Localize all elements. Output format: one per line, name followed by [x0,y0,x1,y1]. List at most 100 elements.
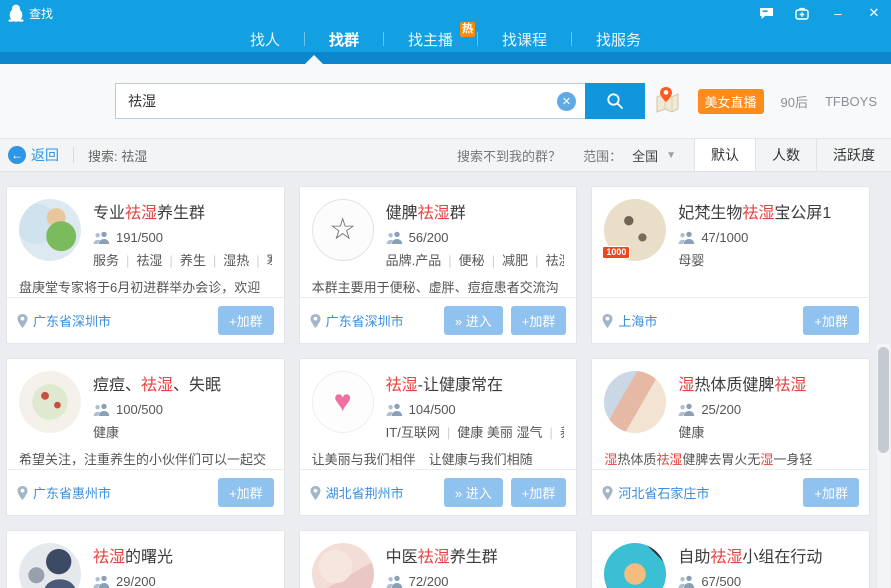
group-title[interactable]: 中医祛湿养生群 [386,543,498,567]
scrollbar-track[interactable] [877,344,890,588]
card-footer: 广东省惠州市 +加群 [7,469,284,515]
join-group-button[interactable]: +加群 [218,478,274,507]
close-icon[interactable]: ✕ [863,3,885,23]
join-group-button[interactable]: +加群 [511,478,567,507]
tab-find-groups[interactable]: 找群 [305,29,383,50]
join-group-button[interactable]: +加群 [218,306,274,335]
scrollbar-thumb[interactable] [878,347,889,453]
search-category-tabs: 找人 找群 找主播热 找课程 找服务 [0,26,891,52]
location-pin-icon [310,314,321,328]
hot-badge: 热 [460,22,475,37]
group-card: 专业祛湿养生群 191/500 服务|祛湿|养生|湿热|寒湿|... 盘庚堂专家… [6,186,285,344]
group-title[interactable]: 专业祛湿养生群 [93,199,272,223]
search-button[interactable] [585,83,645,119]
member-count: 47/1000 [678,230,831,245]
group-location[interactable]: 广东省深圳市 [310,311,404,330]
feedback-icon[interactable] [755,3,777,23]
nearby-map-icon[interactable] [653,85,681,117]
qq-penguin-logo [8,4,24,22]
tab-find-people[interactable]: 找人 [226,29,304,50]
window-titlebar[interactable]: 查找 – ✕ [0,0,891,26]
group-avatar-photo[interactable] [312,543,374,588]
divider [73,147,74,163]
members-icon [678,231,695,245]
group-location[interactable]: 湖北省荆州市 [310,483,404,502]
back-arrow-icon: ← [8,146,26,164]
group-card: 自助祛湿小组在行动 67/500 [591,530,870,588]
member-count: 29/200 [93,574,173,588]
join-group-button[interactable]: +加群 [511,306,567,335]
filter-bar: ← 返回 搜索: 祛湿 搜索不到我的群？ 范围： 全国 ▼ 默认 人数 活跃度 [0,138,891,172]
members-icon [386,231,403,245]
members-icon [386,575,403,588]
group-description: 本群主要用于便秘、虚胖、痘痘患者交流沟通群。不定期分享养生知识，欢迎各位朋友进群… [300,269,577,297]
enter-group-button[interactable]: » 进入 [444,478,503,507]
scope-value: 全国 [632,146,658,165]
avatar-glyph: ☆ [329,215,356,245]
group-description: 盘庚堂专家将于6月初进群举办会诊，欢迎大家届时积极交流。拒绝广告人士加入，加群有… [7,269,284,297]
search-section: ✕ 美女直播 90后 TFBOYS [0,64,891,138]
group-location[interactable]: 广东省惠州市 [17,483,111,502]
member-count: 67/500 [678,574,822,588]
nav-accent-strip [0,52,891,64]
members-icon [93,403,110,417]
group-tags: 品牌.产品|便秘|减肥|祛湿|健脾 [386,250,565,269]
tab-find-services[interactable]: 找服务 [572,29,665,50]
scope-dropdown[interactable]: 全国 ▼ [632,146,676,165]
group-location[interactable]: 上海市 [602,311,657,330]
group-tags: 母婴 [678,250,831,269]
group-title[interactable]: 祛湿的曙光 [93,543,173,567]
cant-find-group-link[interactable]: 搜索不到我的群？ [457,146,561,165]
members-icon [93,575,110,588]
group-title[interactable]: 妃梵生物祛湿宝公屏1 [678,199,831,223]
group-title[interactable]: 湿热体质健脾祛湿 [678,371,806,395]
location-pin-icon [17,314,28,328]
quick-link-90s[interactable]: 90后 [781,92,808,111]
search-input[interactable] [115,83,585,119]
group-title[interactable]: 自助祛湿小组在行动 [678,543,822,567]
search-query-label: 搜索: 祛湿 [88,146,147,165]
card-footer: 广东省深圳市 » 进入 +加群 [300,297,577,343]
sort-tab-activity[interactable]: 活跃度 [816,139,891,171]
avatar-capacity-badge: 1000 [602,246,630,259]
group-avatar-poster[interactable] [604,371,666,433]
group-avatar-food[interactable] [19,371,81,433]
group-avatar-seal[interactable]: 1000 [604,199,666,261]
join-group-button[interactable]: +加群 [803,306,859,335]
sort-tab-members[interactable]: 人数 [755,139,816,171]
members-icon [93,231,110,245]
group-location[interactable]: 广东省深圳市 [17,311,111,330]
tab-find-streamers[interactable]: 找主播热 [384,29,477,50]
quick-link-tfboys[interactable]: TFBOYS [825,94,877,109]
location-pin-icon [602,486,613,500]
results-area: 专业祛湿养生群 191/500 服务|祛湿|养生|湿热|寒湿|... 盘庚堂专家… [0,172,891,588]
group-card: ☆ 健脾祛湿群 56/200 品牌.产品|便秘|减肥|祛湿|健脾 本群主要用于便… [299,186,578,344]
group-card: 祛湿的曙光 29/200 [6,530,285,588]
group-avatar-cartoon[interactable] [19,199,81,261]
group-grid: 专业祛湿养生群 191/500 服务|祛湿|养生|湿热|寒湿|... 盘庚堂专家… [6,186,870,588]
group-avatar-handshake[interactable] [604,543,666,588]
minimize-icon[interactable]: – [827,3,849,23]
group-title[interactable]: 祛湿-让健康常在 [386,371,565,395]
card-footer: 上海市 +加群 [592,297,869,343]
sort-tab-default[interactable]: 默认 [694,139,755,171]
group-location[interactable]: 河北省石家庄市 [602,483,709,502]
group-avatar-hearts[interactable]: ♥ [312,371,374,433]
location-pin-icon [17,486,28,500]
toolbox-icon[interactable] [791,3,813,23]
group-title[interactable]: 健脾祛湿群 [386,199,565,223]
members-icon [678,403,695,417]
back-button[interactable]: ← 返回 [0,145,73,165]
group-card: 痘痘、祛湿、失眠 100/500 健康 希望关注，注重养生的小伙伴们可以一起交流… [6,358,285,516]
clear-search-icon[interactable]: ✕ [557,92,576,111]
chevron-down-icon: ▼ [666,150,676,161]
group-title[interactable]: 痘痘、祛湿、失眠 [93,371,221,395]
group-avatar-pentagram[interactable]: ☆ [312,199,374,261]
live-shortcut-badge[interactable]: 美女直播 [698,89,764,114]
enter-group-button[interactable]: » 进入 [444,306,503,335]
join-group-button[interactable]: +加群 [803,478,859,507]
group-card: ♥ 祛湿-让健康常在 104/500 IT/互联网|健康 美丽 湿气|养颜 让美… [299,358,578,516]
group-tags: 健康 [93,422,221,441]
tab-find-courses[interactable]: 找课程 [478,29,571,50]
group-avatar-person[interactable] [19,543,81,588]
